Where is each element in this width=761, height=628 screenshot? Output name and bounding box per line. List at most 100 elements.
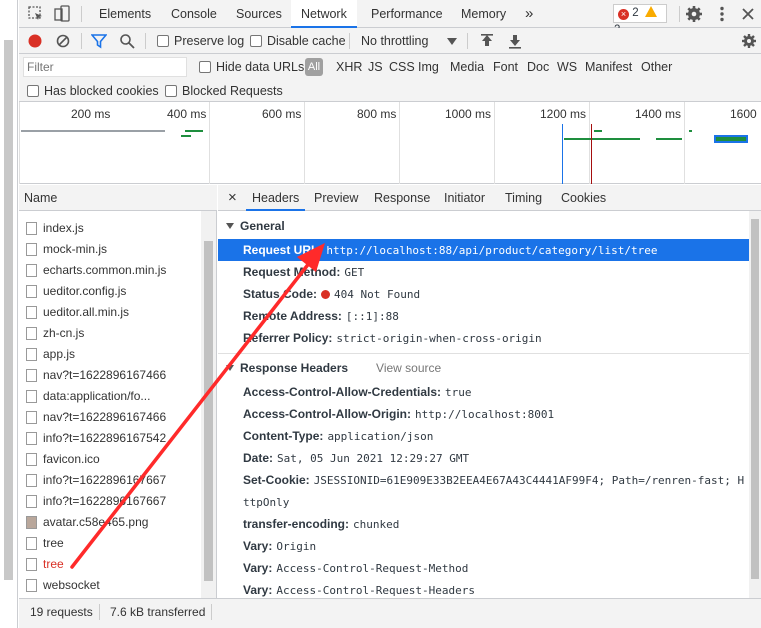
name-column-header[interactable]: Name bbox=[19, 185, 217, 211]
header-key: Request URL: bbox=[243, 243, 323, 257]
filter-type-ws[interactable]: WS bbox=[557, 54, 577, 80]
view-source-link[interactable]: View source bbox=[376, 361, 441, 375]
request-row[interactable]: info?t=1622896167667 bbox=[19, 491, 201, 512]
filter-type-other[interactable]: Other bbox=[641, 54, 672, 80]
detail-scrollbar[interactable] bbox=[749, 211, 761, 598]
request-row[interactable]: ueditor.config.js bbox=[19, 281, 201, 302]
checkbox-box[interactable] bbox=[199, 61, 211, 73]
disable-cache-checkbox[interactable]: Disable cache bbox=[250, 28, 346, 54]
has-blocked-cookies-checkbox[interactable]: Has blocked cookies bbox=[27, 80, 159, 102]
filter-icon[interactable] bbox=[91, 33, 107, 49]
blocked-requests-label: Blocked Requests bbox=[182, 84, 283, 98]
clear-icon[interactable] bbox=[55, 33, 71, 49]
chevron-down-icon[interactable] bbox=[447, 38, 457, 46]
blocked-requests-checkbox[interactable]: Blocked Requests bbox=[165, 80, 283, 102]
filter-type-media[interactable]: Media bbox=[450, 54, 484, 80]
detail-tab-headers[interactable]: Headers bbox=[246, 185, 306, 211]
status-error-icon bbox=[321, 290, 331, 299]
issues-badge[interactable]: × 2 2 bbox=[613, 4, 667, 36]
tab-performance[interactable]: Performance bbox=[371, 0, 443, 28]
kebab-menu-icon[interactable] bbox=[713, 5, 731, 23]
request-list-scrollbar-thumb[interactable] bbox=[204, 241, 213, 581]
search-icon[interactable] bbox=[119, 33, 135, 49]
tab-memory[interactable]: Memory bbox=[461, 0, 506, 28]
detail-tab-preview[interactable]: Preview bbox=[314, 185, 358, 211]
export-har-icon[interactable] bbox=[507, 33, 523, 49]
close-icon[interactable] bbox=[739, 5, 757, 23]
request-count: 19 requests bbox=[30, 605, 93, 619]
request-row[interactable]: avatar.c58e465.png bbox=[19, 512, 201, 533]
general-section-header[interactable]: General bbox=[218, 215, 749, 237]
header-value: true bbox=[445, 386, 472, 399]
detail-tab-initiator[interactable]: Initiator bbox=[444, 185, 485, 211]
image-file-icon bbox=[26, 516, 37, 529]
toolbar-separator bbox=[349, 33, 350, 49]
tab-console[interactable]: Console bbox=[171, 0, 217, 28]
filter-type-xhr[interactable]: XHR bbox=[336, 54, 362, 80]
request-row[interactable]: zh-cn.js bbox=[19, 323, 201, 344]
request-row[interactable]: echarts.common.min.js bbox=[19, 260, 201, 281]
throttling-select[interactable]: No throttling bbox=[361, 28, 428, 54]
tab-network[interactable]: Network bbox=[291, 0, 357, 28]
detail-tab-cookies[interactable]: Cookies bbox=[561, 185, 606, 211]
checkbox-box[interactable] bbox=[165, 85, 177, 97]
filter-type-doc[interactable]: Doc bbox=[527, 54, 549, 80]
filter-input[interactable] bbox=[23, 57, 187, 77]
timeline-overview[interactable]: 200 ms 400 ms 600 ms 800 ms 1000 ms 1200… bbox=[19, 102, 761, 184]
checkbox-box[interactable] bbox=[27, 85, 39, 97]
network-settings-gear-icon[interactable] bbox=[741, 33, 757, 49]
filter-type-img[interactable]: Img bbox=[418, 54, 439, 80]
timeline-request-bar bbox=[689, 130, 692, 132]
request-row[interactable]: nav?t=1622896167466 bbox=[19, 407, 201, 428]
tab-elements[interactable]: Elements bbox=[99, 0, 151, 28]
detail-scrollbar-thumb[interactable] bbox=[751, 219, 759, 579]
request-row[interactable]: data:application/fo... bbox=[19, 386, 201, 407]
request-row[interactable]: app.js bbox=[19, 344, 201, 365]
request-row[interactable]: websocket bbox=[19, 575, 201, 596]
checkbox-box[interactable] bbox=[157, 35, 169, 47]
header-value: [::1]:88 bbox=[345, 310, 399, 323]
request-name: zh-cn.js bbox=[43, 326, 85, 340]
outer-scrollbar-thumb[interactable] bbox=[4, 40, 13, 580]
gear-icon[interactable] bbox=[685, 5, 703, 23]
request-row[interactable]: index.js bbox=[19, 218, 201, 239]
timeline-gridline bbox=[494, 102, 495, 184]
response-headers-section-header[interactable]: Response Headers View source bbox=[218, 357, 749, 379]
checkbox-box[interactable] bbox=[250, 35, 262, 47]
tab-separator bbox=[81, 6, 82, 22]
request-row[interactable]: info?t=1622896167542 bbox=[19, 428, 201, 449]
preserve-log-checkbox[interactable]: Preserve log bbox=[157, 28, 244, 54]
device-toolbar-icon[interactable] bbox=[53, 5, 71, 23]
toolbar-separator bbox=[81, 33, 82, 49]
header-key: Vary: bbox=[243, 539, 273, 553]
hide-data-urls-checkbox[interactable]: Hide data URLs bbox=[199, 54, 304, 80]
close-detail-button[interactable]: × bbox=[228, 185, 237, 211]
request-row[interactable]: tree bbox=[19, 554, 201, 575]
request-list-scrollbar[interactable] bbox=[201, 211, 216, 598]
request-row[interactable]: ueditor.all.min.js bbox=[19, 302, 201, 323]
request-row[interactable]: tree bbox=[19, 533, 201, 554]
import-har-icon[interactable] bbox=[479, 33, 495, 49]
record-icon[interactable] bbox=[27, 33, 43, 49]
timeline-gridline bbox=[19, 102, 20, 184]
request-row[interactable]: info?t=1622896167667 bbox=[19, 470, 201, 491]
filter-type-css[interactable]: CSS bbox=[389, 54, 415, 80]
devtools-tab-bar: Elements Console Sources Network Perform… bbox=[19, 0, 761, 36]
tab-sources[interactable]: Sources bbox=[236, 0, 282, 28]
filter-type-font[interactable]: Font bbox=[493, 54, 518, 80]
filter-type-all[interactable]: All bbox=[305, 58, 323, 76]
detail-tab-timing[interactable]: Timing bbox=[505, 185, 542, 211]
filter-type-js[interactable]: JS bbox=[368, 54, 383, 80]
more-tabs-button[interactable]: » bbox=[525, 0, 533, 28]
request-row[interactable]: nav?t=1622896167466 bbox=[19, 365, 201, 386]
detail-tab-response[interactable]: Response bbox=[374, 185, 430, 211]
request-name: index.js bbox=[43, 221, 84, 235]
outer-scrollbar[interactable] bbox=[0, 0, 18, 628]
header-key: Vary: bbox=[243, 561, 273, 575]
request-row[interactable]: mock-min.js bbox=[19, 239, 201, 260]
filter-type-manifest[interactable]: Manifest bbox=[585, 54, 632, 80]
header-key: Content-Type: bbox=[243, 429, 324, 443]
request-url-row[interactable]: Request URL: http://localhost:88/api/prod… bbox=[218, 239, 749, 261]
inspect-element-icon[interactable] bbox=[27, 5, 45, 23]
request-row[interactable]: favicon.ico bbox=[19, 449, 201, 470]
